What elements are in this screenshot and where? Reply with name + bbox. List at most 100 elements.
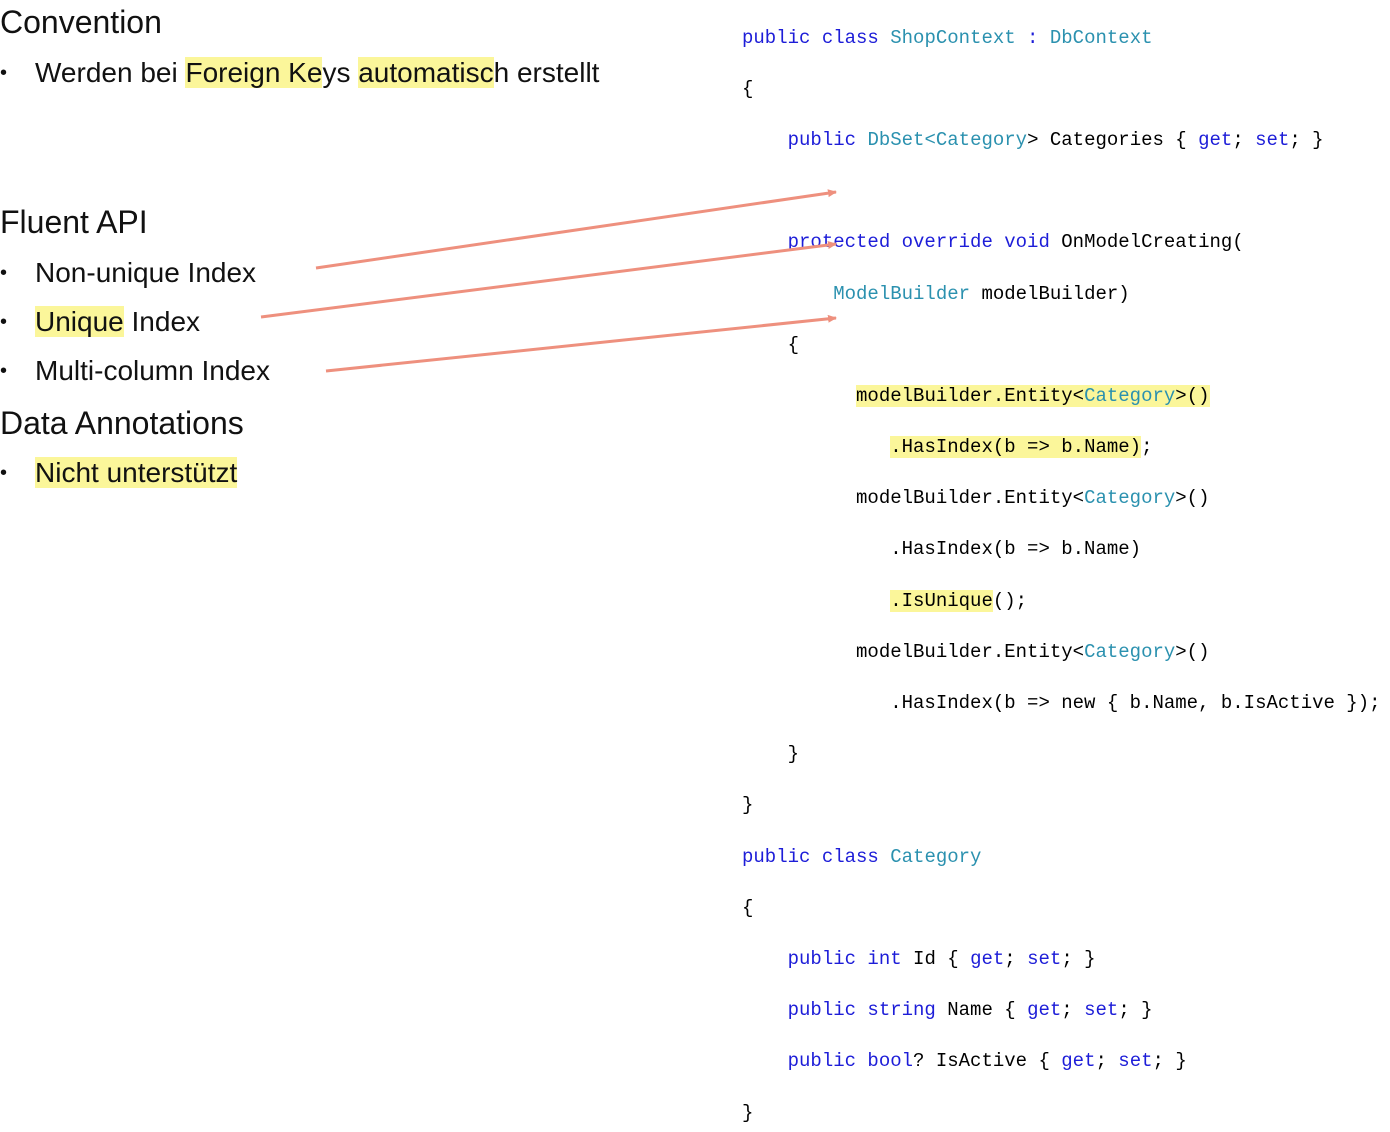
code-text: OnModelCreating( [1049,231,1244,254]
code-text: modelBuilder.Entity< [856,384,1085,407]
code-keyword: : [1015,26,1050,49]
bullet-text: h erstellt [493,57,600,88]
code-keyword: public bool [787,1050,914,1073]
code-line: modelBuilder.Entity<Category>() [742,640,1381,666]
code-type: DbContext [1049,26,1153,49]
code-line: { [742,77,754,100]
bullet-text: ys [322,57,359,88]
code-line: { [742,333,800,356]
code-text: >() [1175,640,1210,663]
code-line: protected override void OnModelCreating( [742,230,1381,256]
bullet-dot: • [0,62,8,84]
code-line: .HasIndex(b => b.Name) [742,538,1142,561]
code-text: > Categories { [1027,128,1199,151]
code-keyword: get [1061,1050,1096,1073]
highlight-automatisch: automatisc [358,57,494,88]
code-text: ; [1095,1050,1119,1073]
code-type: Category [935,128,1028,151]
code-keyword: protected override void [787,231,1050,254]
annotations-bullet: • Nicht unterstützt [0,455,238,494]
code-line: .HasIndex(b => new { b.Name, b.IsActive … [742,692,1381,715]
code-line: public int Id { get; set; } [742,947,1381,973]
bullet-text: Multi-column Index [35,355,270,386]
code-text: ? IsActive { [913,1050,1062,1073]
code-text: Id { [901,947,971,970]
bullet-nonunique-index: • Non-unique Index [0,255,256,294]
bullet-dot: • [0,311,8,333]
code-type: Category [890,845,982,868]
code-keyword: public class [742,845,891,868]
code-keyword: public [787,128,857,151]
code-keyword: public string [787,999,936,1022]
code-text: ; [1232,128,1256,151]
code-type: DbSet [867,128,925,151]
code-line: } [742,743,800,766]
bullet-dot: • [0,360,8,382]
code-line: } [742,794,754,817]
code-text: ; } [1061,947,1096,970]
code-type: ShopContext [890,26,1016,49]
code-keyword: get [970,947,1005,970]
fluent-api-heading: Fluent API [0,204,148,240]
bullet-text: Non-unique Index [35,257,257,288]
code-keyword: public int [787,947,902,970]
code-keyword: set [1027,947,1062,970]
highlight-foreign-keys: Foreign Ke [185,57,323,88]
code-highlight: modelBuilder.Entity<Category>() [856,384,1210,407]
highlight-unique: Unique [35,306,124,337]
convention-heading: Convention [0,4,162,40]
code-line: ModelBuilder modelBuilder) [742,282,1381,308]
code-line: public class Category [742,845,1381,871]
code-block: public class ShopContext : DbContext { p… [742,0,1381,1132]
code-text: ; } [1118,999,1153,1022]
code-line: public class ShopContext : DbContext [742,26,1381,52]
code-text: (); [992,589,1028,612]
code-line: public DbSet<Category> Categories { get;… [742,128,1381,154]
code-type: Category [1084,487,1176,510]
code-text: ; } [1152,1050,1187,1073]
code-line: modelBuilder.Entity<Category>() [742,384,1381,410]
data-annotations-heading: Data Annotations [0,405,244,441]
code-line: .IsUnique(); [742,589,1381,615]
code-keyword: set [1084,999,1119,1022]
code-text: ; [1141,436,1153,459]
code-text: modelBuilder.Entity< [742,640,1085,663]
code-line: .HasIndex(b => b.Name); [742,435,1381,461]
code-highlight: .IsUnique [890,589,993,612]
code-line: public string Name { get; set; } [742,998,1381,1024]
code-keyword: set [1118,1050,1153,1073]
code-keyword: public class [742,26,891,49]
code-line: } [742,1101,754,1124]
code-text: >() [1175,384,1210,407]
bullet-text: Werden bei [35,57,186,88]
code-keyword: get [1198,128,1233,151]
bullet-dot: • [0,462,8,484]
code-type: ModelBuilder [833,282,971,305]
code-type: Category [1084,640,1176,663]
code-line: { [742,896,754,919]
code-highlight: .HasIndex(b => b.Name) [890,436,1142,459]
code-keyword: set [1255,128,1290,151]
code-text: ; [1004,947,1028,970]
code-text: ; } [1289,128,1324,151]
code-text: Name { [935,999,1028,1022]
bullet-text: Index [123,306,201,337]
code-keyword: get [1027,999,1062,1022]
code-text: ; [1061,999,1085,1022]
code-text: modelBuilder.Entity< [742,487,1085,510]
code-line: modelBuilder.Entity<Category>() [742,486,1381,512]
code-text: modelBuilder) [970,282,1130,305]
code-text: >() [1175,487,1210,510]
highlight-nicht-unterstuetzt: Nicht unterstützt [35,457,238,488]
convention-bullet: • Werden bei Foreign Keys automatisch ers… [0,55,599,94]
